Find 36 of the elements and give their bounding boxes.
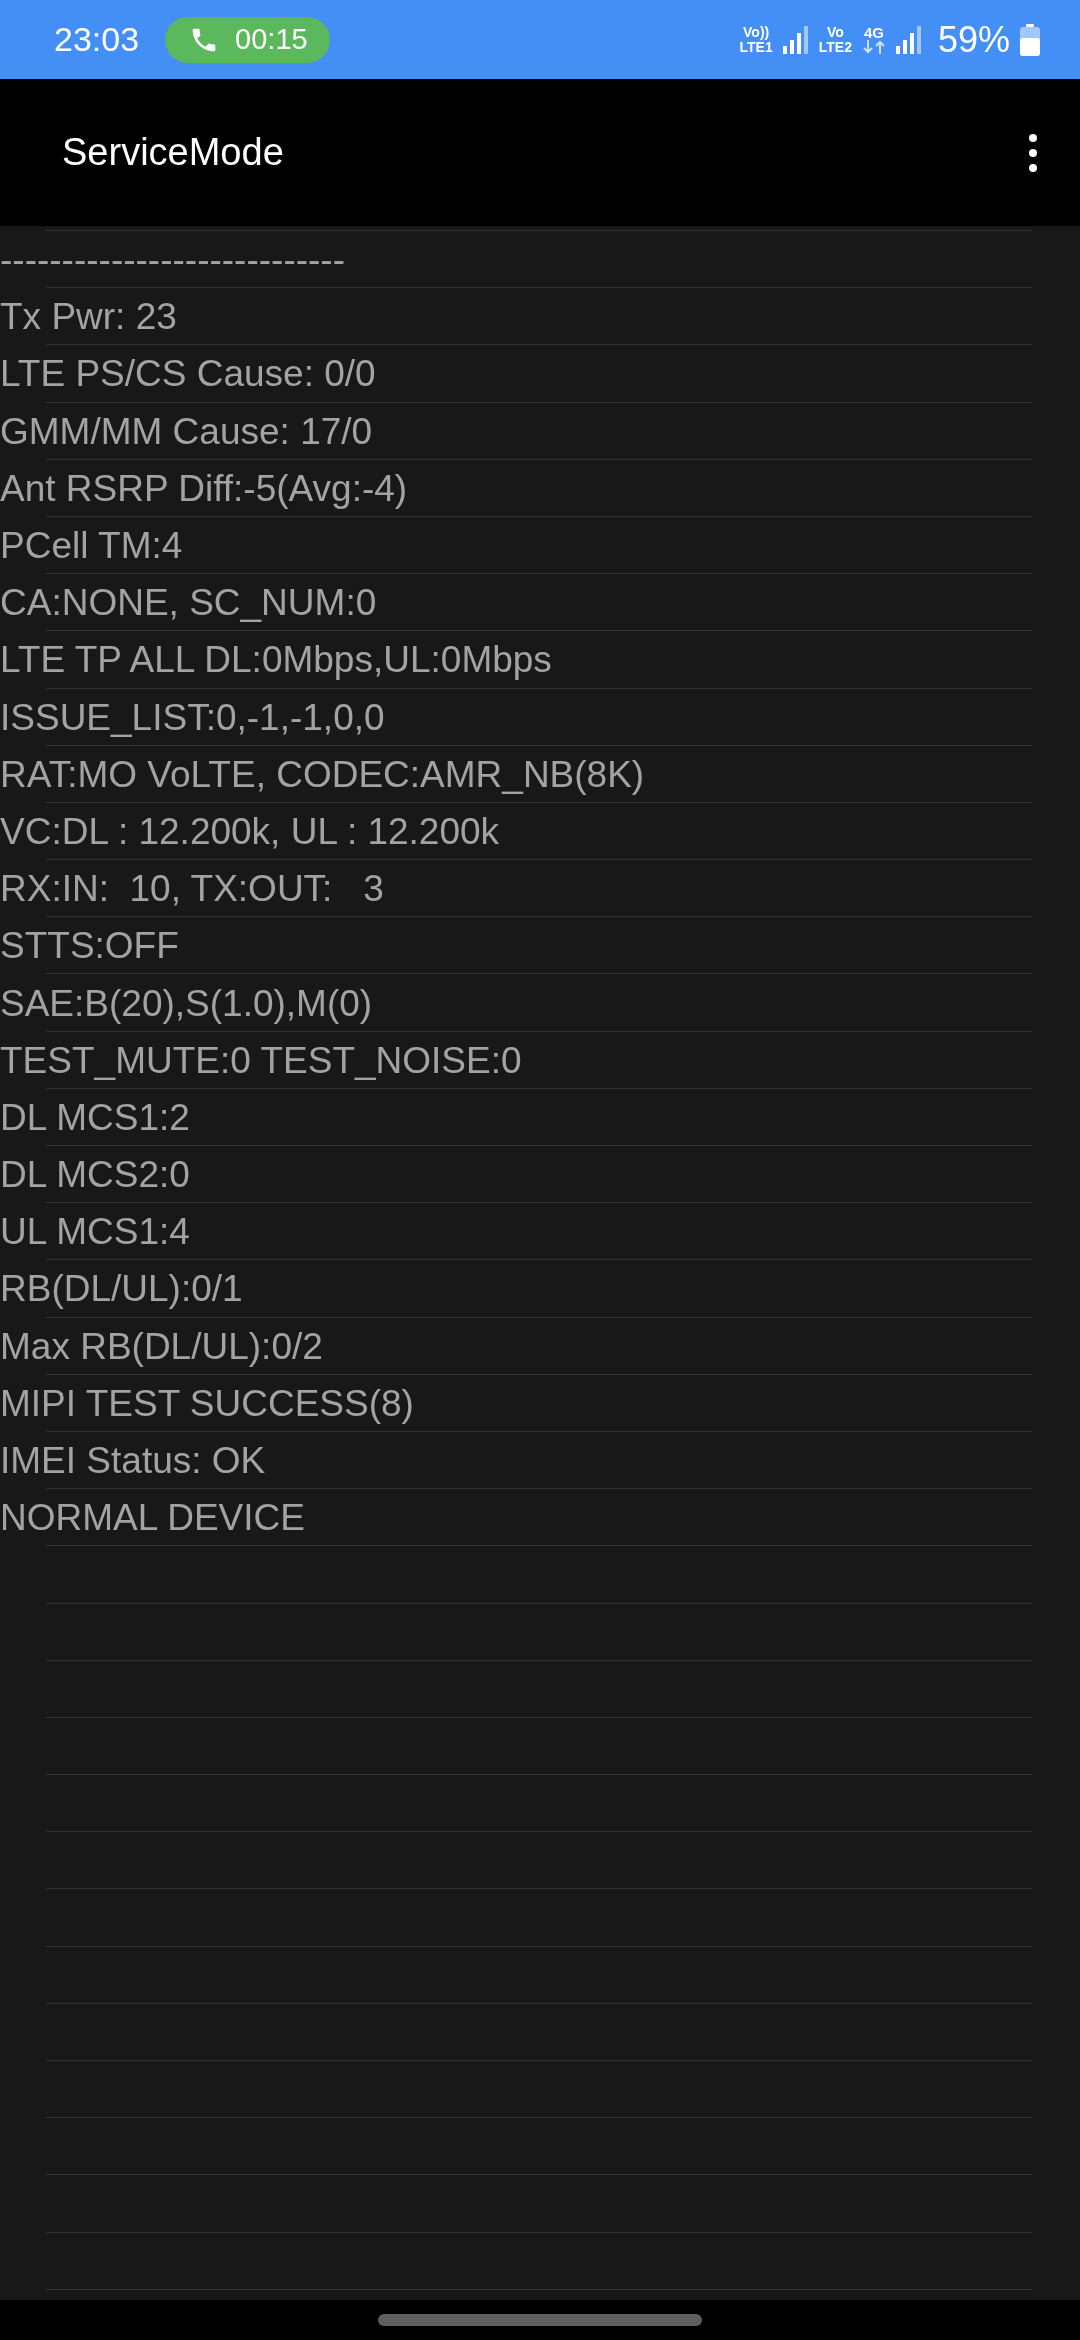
info-line: LTE TP ALL DL:0Mbps,UL:0Mbps <box>0 638 552 682</box>
battery-percent: 59% <box>937 18 1010 61</box>
network-type: 4G <box>863 25 884 40</box>
info-line: Tx Pwr: 23 <box>0 295 177 339</box>
info-line: CA:NONE, SC_NUM:0 <box>0 581 377 625</box>
home-handle[interactable] <box>378 2314 702 2326</box>
signal-icon <box>782 25 809 54</box>
info-line: RB(DL/UL):0/1 <box>0 1267 243 1311</box>
info-line: LTE PS/CS Cause: 0/0 <box>0 352 376 396</box>
call-chip[interactable]: 00:15 <box>165 16 330 63</box>
info-line: Max RB(DL/UL):0/2 <box>0 1324 323 1368</box>
info-line: MIPI TEST SUCCESS(8) <box>0 1381 414 1425</box>
battery-icon <box>1020 23 1040 56</box>
info-line: DL MCS2:0 <box>0 1153 190 1197</box>
sim-label: Vo)) LTE1 <box>739 24 773 55</box>
info-line: SAE:B(20),S(1.0),M(0) <box>0 981 373 1025</box>
info-line: TEST_MUTE:0 TEST_NOISE:0 <box>0 1038 522 1082</box>
sim-label: Vo LTE2 <box>818 24 852 55</box>
info-line: DL MCS1:2 <box>0 1095 190 1139</box>
clock-time: 23:03 <box>54 20 140 59</box>
info-line: GMM/MM Cause: 17/0 <box>0 409 373 453</box>
info-line: ---------------------------- <box>0 238 345 282</box>
info-line: ISSUE_LIST:0,-1,-1,0,0 <box>0 695 385 739</box>
app-title: ServiceMode <box>62 131 284 174</box>
info-line: STTS:OFF <box>0 924 179 968</box>
info-line: PCell TM:4 <box>0 524 183 568</box>
more-options-icon[interactable] <box>1028 132 1038 173</box>
info-line: RAT:MO VoLTE, CODEC:AMR_NB(8K) <box>0 752 645 796</box>
info-line: Ant RSRP Diff:-5(Avg:-4) <box>0 466 408 510</box>
info-line: IMEI Status: OK <box>0 1439 266 1483</box>
info-line: VC:DL : 12.200k, UL : 12.200k <box>0 809 500 853</box>
info-line: NORMAL DEVICE <box>0 1496 305 1540</box>
info-line: RX:IN: 10, TX:OUT: 3 <box>0 867 384 911</box>
data-arrows-icon <box>861 40 886 54</box>
info-line: UL MCS1:4 <box>0 1210 190 1254</box>
signal-icon <box>895 25 922 54</box>
